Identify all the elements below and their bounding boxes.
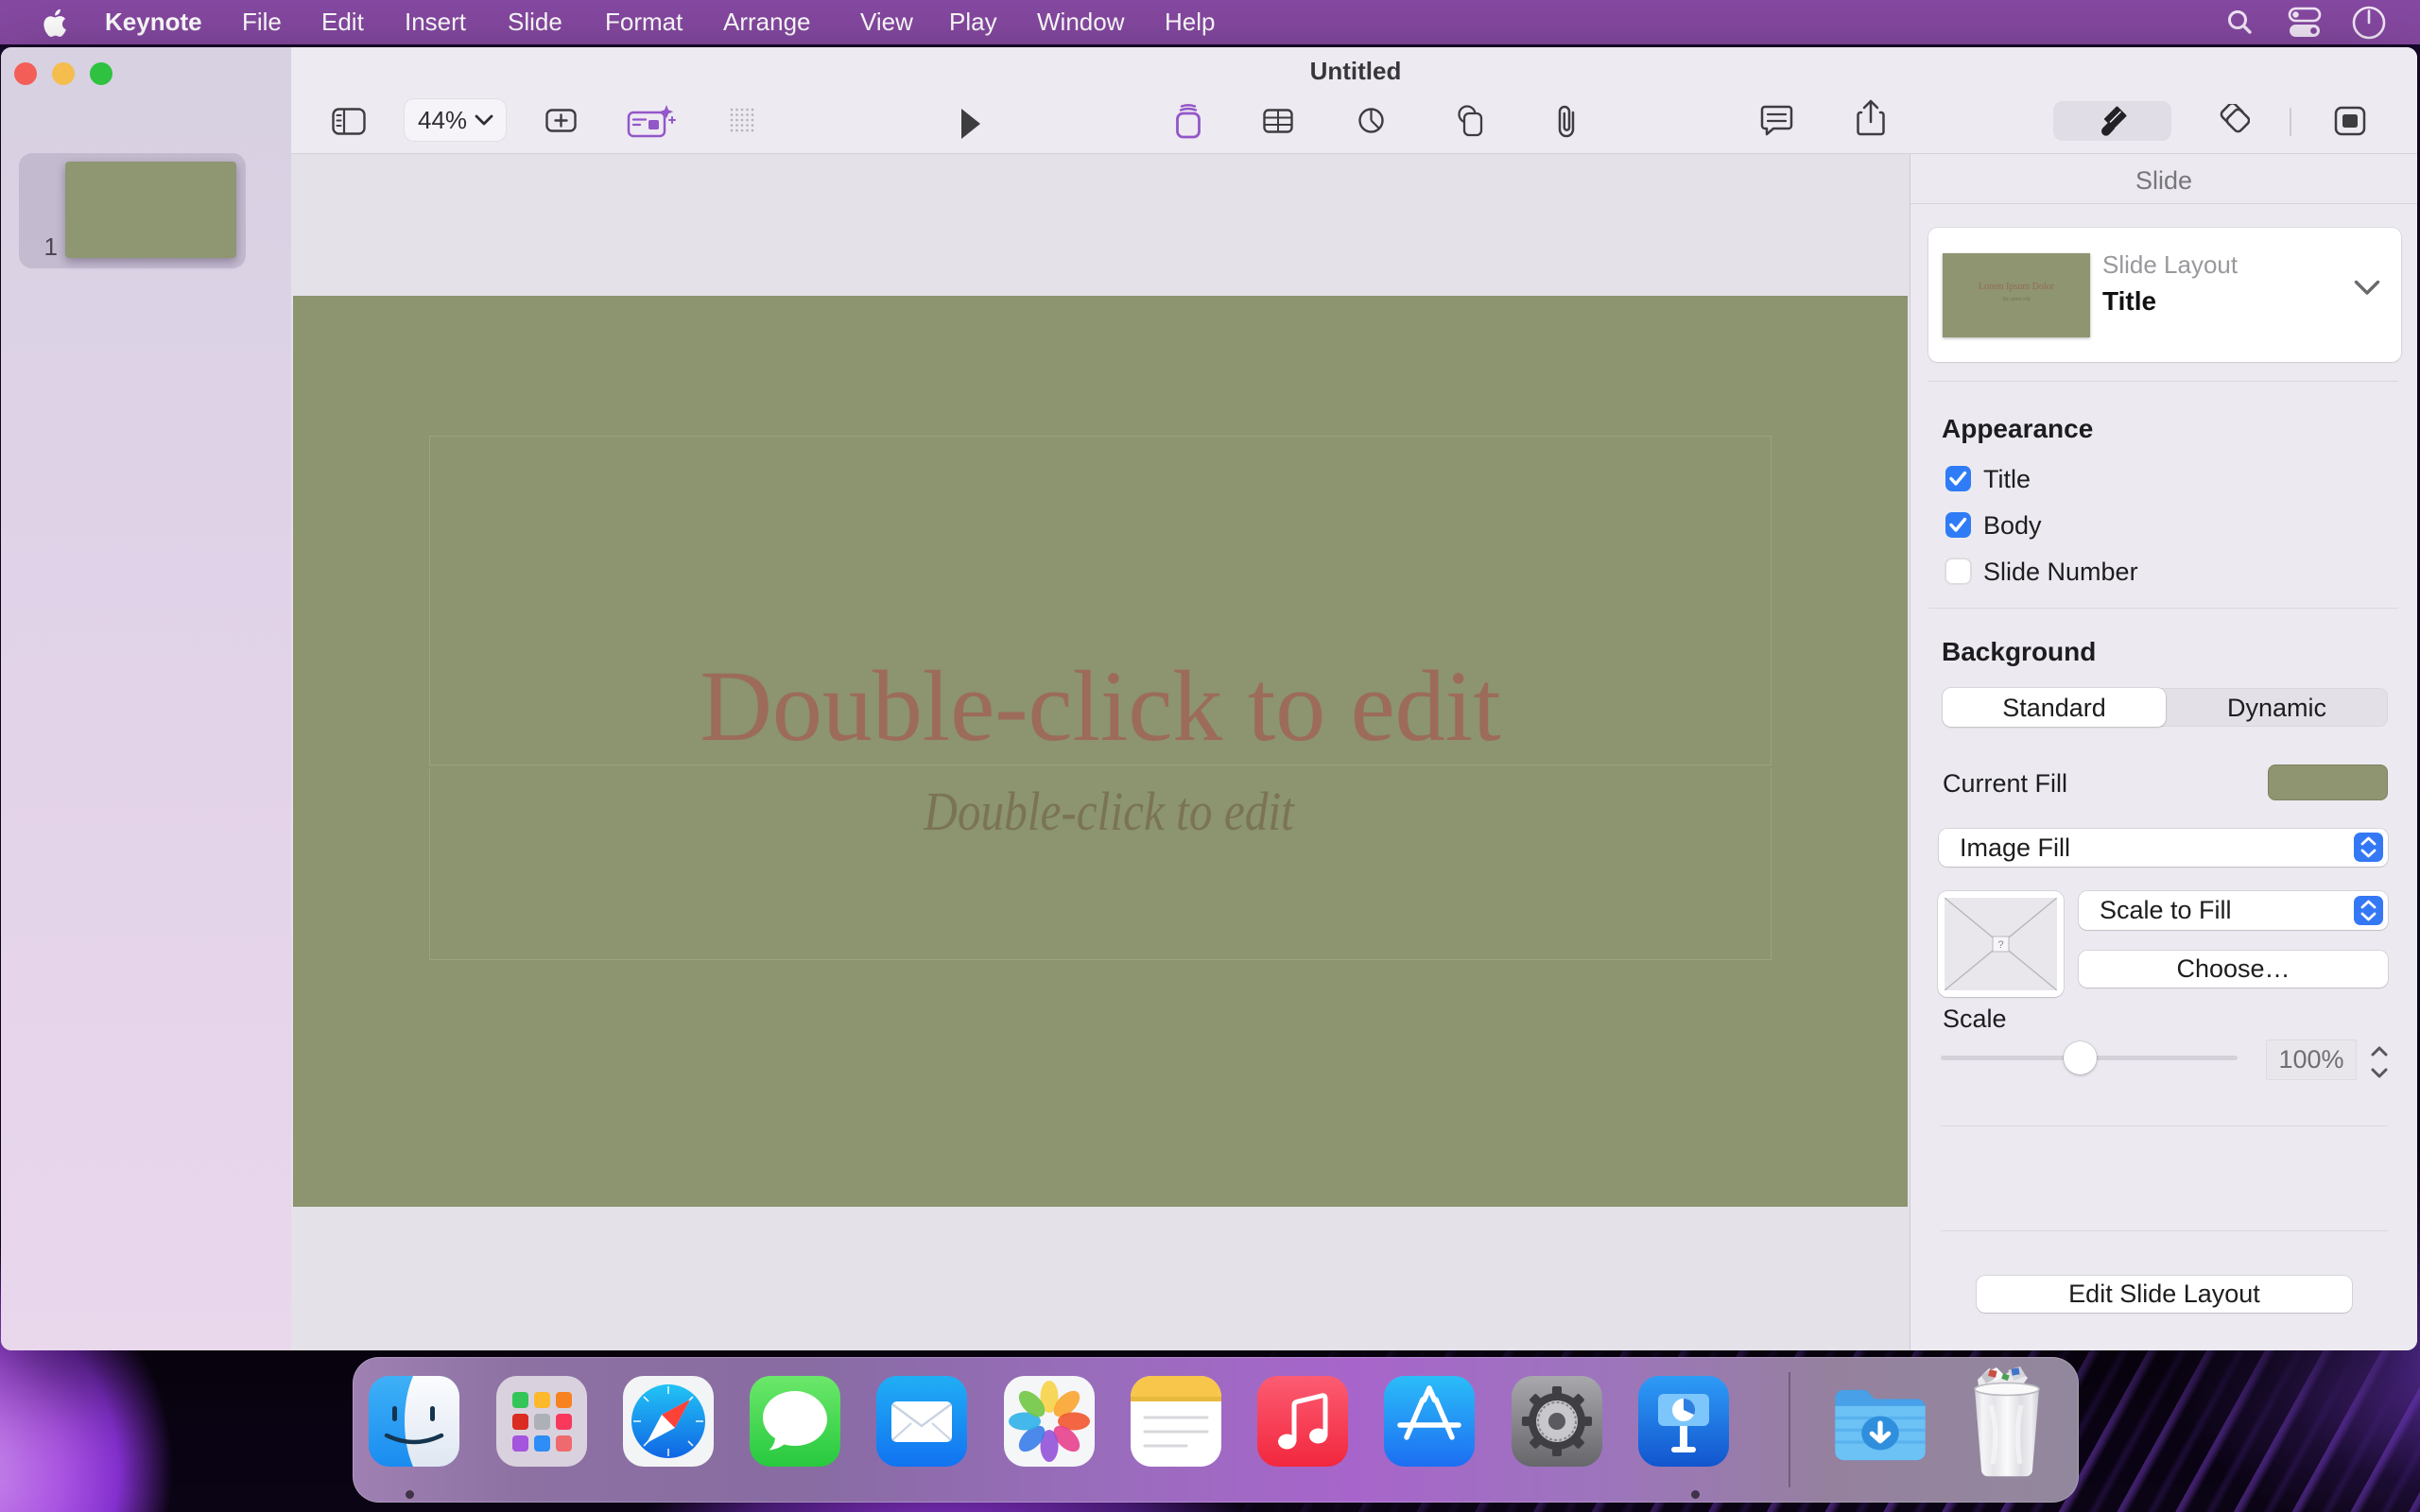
svg-text:?: ? [1997,939,2003,951]
